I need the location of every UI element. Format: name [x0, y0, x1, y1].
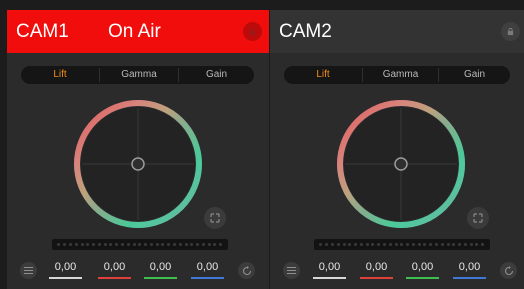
tab-gamma[interactable]: Gamma — [100, 66, 178, 84]
value-y-underline — [313, 277, 346, 279]
value-b[interactable]: 0,00 — [454, 261, 485, 273]
tab-gain[interactable]: Gain — [439, 66, 510, 84]
cam2-tabs: Lift Gamma Gain — [284, 66, 510, 84]
lum-mix-slider[interactable] — [52, 239, 228, 250]
value-y[interactable]: 0,00 — [50, 261, 81, 273]
tab-gain[interactable]: Gain — [179, 66, 254, 84]
color-wheel[interactable] — [71, 97, 205, 231]
reset-icon[interactable] — [500, 262, 517, 279]
value-y-underline — [49, 277, 82, 279]
menu-icon[interactable] — [20, 262, 37, 279]
value-g[interactable]: 0,00 — [407, 261, 438, 273]
value-g-underline — [144, 277, 177, 279]
wheel-handle[interactable] — [394, 157, 408, 171]
color-wheel[interactable] — [334, 97, 468, 231]
camera-control-window: CAM1 On Air Lift Gamma Gain 0,00 0,00 0,… — [0, 0, 524, 289]
value-r[interactable]: 0,00 — [99, 261, 130, 273]
tab-lift[interactable]: Lift — [284, 66, 362, 84]
value-b-underline — [453, 277, 486, 279]
value-g[interactable]: 0,00 — [145, 261, 176, 273]
wheel-handle[interactable] — [131, 157, 145, 171]
lum-mix-slider[interactable] — [314, 239, 490, 250]
camera-name: CAM2 — [279, 21, 332, 42]
cam2-panel: CAM2 Lift Gamma Gain 0,00 0,00 0,00 0,00 — [270, 10, 524, 289]
lock-icon[interactable] — [243, 22, 262, 41]
value-b[interactable]: 0,00 — [192, 261, 223, 273]
reset-icon[interactable] — [238, 262, 255, 279]
expand-icon[interactable] — [204, 207, 226, 229]
value-r[interactable]: 0,00 — [361, 261, 392, 273]
on-air-label: On Air — [108, 21, 161, 42]
tab-lift[interactable]: Lift — [21, 66, 99, 84]
value-g-underline — [406, 277, 439, 279]
tab-gamma[interactable]: Gamma — [363, 66, 438, 84]
camera-name: CAM1 — [16, 21, 69, 42]
cam2-header: CAM2 — [270, 10, 524, 53]
lock-icon[interactable] — [501, 22, 520, 41]
value-b-underline — [191, 277, 224, 279]
cam1-tabs: Lift Gamma Gain — [21, 66, 254, 84]
value-y[interactable]: 0,00 — [314, 261, 345, 273]
value-r-underline — [360, 277, 393, 279]
cam1-panel: CAM1 On Air Lift Gamma Gain 0,00 0,00 0,… — [7, 10, 269, 289]
menu-icon[interactable] — [283, 262, 300, 279]
value-r-underline — [98, 277, 131, 279]
expand-icon[interactable] — [467, 207, 489, 229]
cam1-header: CAM1 On Air — [7, 10, 269, 53]
